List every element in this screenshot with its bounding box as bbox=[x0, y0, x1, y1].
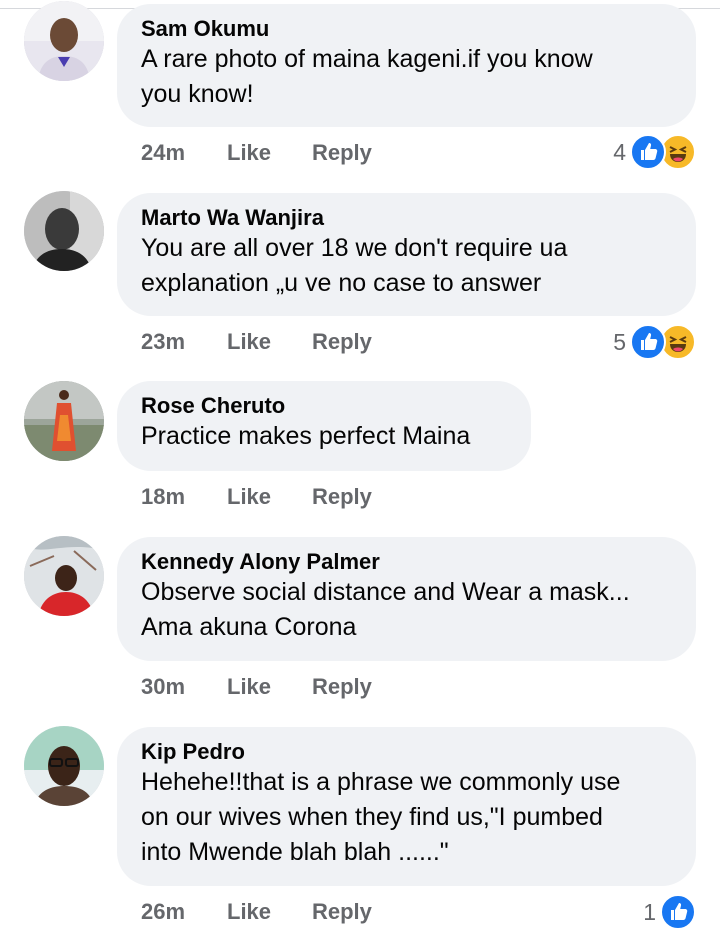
comment-bubble: Kip Pedro Hehehe!!that is a phrase we co… bbox=[117, 727, 696, 886]
comment-time[interactable]: 23m bbox=[141, 329, 227, 355]
avatar[interactable] bbox=[24, 1, 104, 81]
reaction-count: 1 bbox=[643, 898, 656, 925]
comment-text: Hehehe!!that is a phrase we commonly use… bbox=[141, 768, 621, 866]
reaction-count: 5 bbox=[613, 328, 626, 355]
reply-button[interactable]: Reply bbox=[312, 484, 372, 510]
comment-author[interactable]: Sam Okumu bbox=[141, 16, 672, 42]
comment-bubble: Rose Cheruto Practice makes perfect Main… bbox=[117, 381, 531, 471]
comment-time[interactable]: 26m bbox=[141, 899, 227, 925]
comment-text: Observe social distance and Wear a mask.… bbox=[141, 578, 630, 641]
reply-button[interactable]: Reply bbox=[312, 899, 372, 925]
comment-actions: 26m Like Reply bbox=[141, 897, 372, 927]
like-button[interactable]: Like bbox=[227, 674, 312, 700]
like-button[interactable]: Like bbox=[227, 484, 312, 510]
avatar[interactable] bbox=[24, 726, 104, 806]
comment-author[interactable]: Rose Cheruto bbox=[141, 393, 507, 419]
comment-text: A rare photo of maina kageni.if you know… bbox=[141, 45, 593, 108]
comment-time[interactable]: 30m bbox=[141, 674, 227, 700]
avatar[interactable] bbox=[24, 536, 104, 616]
like-button[interactable]: Like bbox=[227, 329, 312, 355]
like-button[interactable]: Like bbox=[227, 899, 312, 925]
comment-time[interactable]: 18m bbox=[141, 484, 227, 510]
comment-actions: 23m Like Reply bbox=[141, 327, 372, 357]
like-icon bbox=[660, 894, 696, 930]
comment-bubble: Sam Okumu A rare photo of maina kageni.i… bbox=[117, 4, 696, 127]
reaction-summary[interactable]: 1 bbox=[643, 893, 696, 931]
avatar[interactable] bbox=[24, 191, 104, 271]
comment-text: Practice makes perfect Maina bbox=[141, 422, 471, 450]
reply-button[interactable]: Reply bbox=[312, 674, 372, 700]
comment-actions: 24m Like Reply bbox=[141, 138, 372, 168]
reaction-summary[interactable]: 4 bbox=[613, 133, 696, 171]
comment-author[interactable]: Kennedy Alony Palmer bbox=[141, 549, 672, 575]
comment-time[interactable]: 24m bbox=[141, 140, 227, 166]
reply-button[interactable]: Reply bbox=[312, 140, 372, 166]
comment-actions: 30m Like Reply bbox=[141, 672, 372, 702]
comment-bubble: Kennedy Alony Palmer Observe social dist… bbox=[117, 537, 696, 661]
comment-actions: 18m Like Reply bbox=[141, 482, 372, 512]
comment-author[interactable]: Marto Wa Wanjira bbox=[141, 205, 672, 231]
reply-button[interactable]: Reply bbox=[312, 329, 372, 355]
like-icon bbox=[630, 134, 666, 170]
comment-author[interactable]: Kip Pedro bbox=[141, 739, 672, 765]
comment-text: You are all over 18 we don't require ua … bbox=[141, 234, 568, 297]
like-icon bbox=[630, 324, 666, 360]
comment-bubble: Marto Wa Wanjira You are all over 18 we … bbox=[117, 193, 696, 316]
reaction-summary[interactable]: 5 bbox=[613, 323, 696, 361]
like-button[interactable]: Like bbox=[227, 140, 312, 166]
reaction-count: 4 bbox=[613, 138, 626, 165]
avatar[interactable] bbox=[24, 381, 104, 461]
